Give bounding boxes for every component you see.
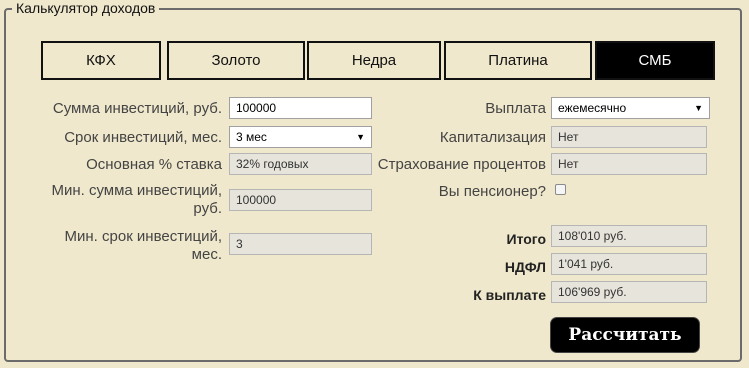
tab-platinum[interactable]: Платина xyxy=(444,41,592,80)
rate-label: Основная % ставка xyxy=(86,156,222,173)
payable-label: К выплате xyxy=(473,287,546,303)
payout-select[interactable]: ежемесячно ▼ xyxy=(551,97,710,119)
insurance-field: Нет xyxy=(551,153,707,175)
total-label: Итого xyxy=(506,231,546,247)
capitalization-field: Нет xyxy=(551,126,707,148)
insurance-label: Страхование процентов xyxy=(377,156,546,173)
min-sum-field: 100000 xyxy=(229,189,372,211)
tab-smb[interactable]: СМБ xyxy=(595,41,715,80)
min-term-label: Мин. срок инвестиций, мес. xyxy=(64,228,222,263)
panel-title: Калькулятор доходов xyxy=(12,0,160,16)
min-sum-label: Мин. сумма инвестиций, руб. xyxy=(51,182,222,217)
pensioner-checkbox[interactable] xyxy=(555,184,566,195)
tab-gold[interactable]: Золото xyxy=(167,41,305,80)
tab-nedra[interactable]: Недра xyxy=(307,41,441,80)
calculate-button[interactable]: Рассчитать xyxy=(551,318,699,352)
term-select[interactable]: 3 мес ▼ xyxy=(229,126,372,148)
term-label: Срок инвестиций, мес. xyxy=(64,129,222,146)
total-field: 108'010 руб. xyxy=(551,225,707,247)
rate-field: 32% годовых xyxy=(229,153,372,175)
capitalization-label: Капитализация xyxy=(439,129,546,146)
chevron-down-icon: ▼ xyxy=(694,103,703,113)
chevron-down-icon: ▼ xyxy=(356,132,365,142)
payable-field: 106'969 руб. xyxy=(551,281,707,303)
ndfl-field: 1'041 руб. xyxy=(551,253,707,275)
tab-kfh[interactable]: КФХ xyxy=(41,41,161,80)
payout-label: Выплата xyxy=(485,100,546,117)
sum-input[interactable]: 100000 xyxy=(229,97,372,119)
sum-label: Сумма инвестиций, руб. xyxy=(52,100,222,117)
ndfl-label: НДФЛ xyxy=(504,259,546,275)
min-term-field: 3 xyxy=(229,233,372,255)
pensioner-label: Вы пенсионер? xyxy=(438,183,546,200)
